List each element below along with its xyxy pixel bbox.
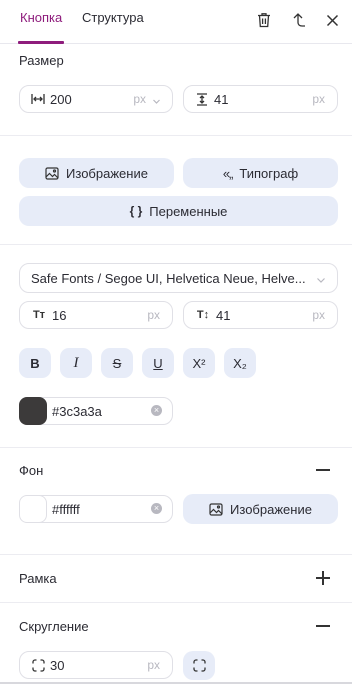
width-value: 200 — [50, 91, 72, 107]
insert-image-button[interactable]: Изображение — [19, 158, 174, 188]
subscript-button[interactable]: X₂ — [224, 348, 256, 378]
border-radius-unit: px — [147, 658, 160, 672]
top-bar: Кнопка Структура — [0, 0, 352, 44]
line-height-unit: px — [312, 308, 325, 322]
image-icon — [209, 502, 223, 516]
clear-icon[interactable]: × — [151, 503, 162, 514]
collapse-icon[interactable] — [316, 619, 330, 633]
trash-icon[interactable] — [255, 11, 273, 29]
rounding-section-title: Скругление — [19, 619, 89, 634]
tab-button[interactable]: Кнопка — [20, 10, 62, 26]
height-input[interactable]: 41 px — [183, 85, 338, 113]
italic-button[interactable]: I — [60, 348, 92, 378]
border-radius-input[interactable]: 30 px — [19, 651, 173, 679]
chevron-down-icon[interactable] — [152, 94, 161, 109]
width-unit: px — [133, 92, 146, 106]
font-family-value: Safe Fonts / Segoe UI, Helvetica Neue, H… — [31, 270, 306, 286]
superscript-button[interactable]: X² — [183, 348, 215, 378]
divider — [0, 602, 352, 603]
expand-icon[interactable] — [316, 571, 330, 585]
image-icon — [45, 166, 59, 180]
width-input[interactable]: 200 px — [19, 85, 173, 113]
text-color-swatch[interactable] — [19, 397, 47, 425]
background-color-input[interactable]: #ffffff × — [19, 495, 173, 523]
line-height-value: 41 — [216, 307, 231, 323]
individual-corners-button[interactable] — [183, 651, 215, 680]
background-color-swatch[interactable] — [19, 495, 47, 523]
border-section-title: Рамка — [19, 571, 57, 586]
corner-radius-icon — [31, 658, 45, 672]
font-size-icon: Tт — [32, 309, 46, 321]
divider — [0, 244, 352, 245]
tab-structure[interactable]: Структура — [82, 10, 144, 26]
typograph-label: Типограф — [239, 165, 299, 181]
size-section-title: Размер — [19, 53, 64, 68]
line-height-icon: T↕ — [196, 309, 210, 321]
font-size-value: 16 — [52, 307, 67, 323]
strikethrough-button[interactable]: S — [101, 348, 133, 378]
divider — [0, 135, 352, 136]
font-size-unit: px — [147, 308, 160, 322]
background-color-value: #ffffff — [52, 501, 80, 517]
quotes-icon: «„ — [222, 165, 234, 181]
insert-image-label: Изображение — [66, 165, 148, 181]
font-size-input[interactable]: Tт 16 px — [19, 301, 173, 329]
active-tab-indicator — [18, 41, 64, 44]
close-icon[interactable] — [323, 11, 341, 29]
braces-icon: { } — [129, 204, 143, 218]
divider — [0, 447, 352, 448]
border-radius-value: 30 — [50, 657, 65, 673]
chevron-down-icon[interactable] — [316, 273, 326, 288]
variables-button[interactable]: { } Переменные — [19, 196, 338, 226]
typograph-button[interactable]: «„ Типограф — [183, 158, 338, 188]
text-color-input[interactable]: #3c3a3a × — [19, 397, 173, 425]
background-section-title: Фон — [19, 463, 44, 478]
clear-icon[interactable]: × — [151, 405, 162, 416]
height-value: 41 — [214, 91, 229, 107]
select-parent-icon[interactable] — [290, 11, 308, 29]
background-image-button[interactable]: Изображение — [183, 494, 338, 524]
line-height-input[interactable]: T↕ 41 px — [183, 301, 338, 329]
corner-radius-icon — [192, 659, 206, 672]
bold-button[interactable]: B — [19, 348, 51, 378]
width-icon — [31, 92, 45, 106]
height-icon — [195, 92, 209, 106]
collapse-icon[interactable] — [316, 463, 330, 477]
variables-label: Переменные — [149, 203, 228, 219]
text-color-value: #3c3a3a — [52, 403, 102, 419]
divider — [0, 554, 352, 555]
background-image-label: Изображение — [230, 501, 312, 517]
underline-button[interactable]: U — [142, 348, 174, 378]
font-family-select[interactable]: Safe Fonts / Segoe UI, Helvetica Neue, H… — [19, 263, 338, 293]
height-unit: px — [312, 92, 325, 106]
